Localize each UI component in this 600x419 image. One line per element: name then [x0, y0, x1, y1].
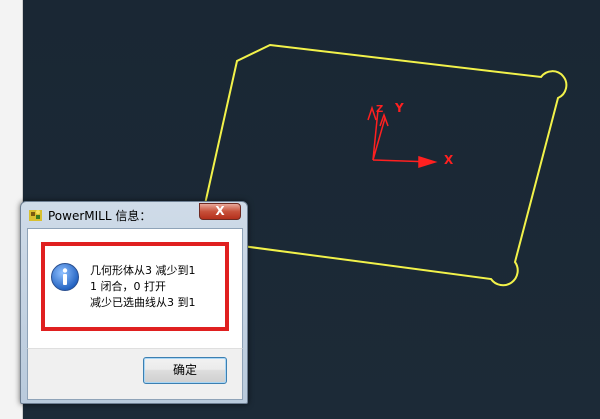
ok-button[interactable]: 确定 [143, 357, 227, 384]
message-line-2: 1 闭合，0 打开 [90, 280, 166, 293]
x-axis-label: X [444, 153, 454, 167]
dialog-content: 几何形体从3 减少到1 1 闭合，0 打开 减少已选曲线从3 到1 [27, 228, 243, 349]
axis-triad [367, 105, 438, 169]
powermill-app-icon [29, 210, 42, 221]
info-icon [51, 263, 79, 291]
powermill-message-dialog: PowerMILL 信息： X 几何形体从3 减少到1 1 闭合，0 打开 减少… [20, 201, 248, 404]
close-button[interactable]: X [199, 203, 241, 220]
dialog-title: PowerMILL 信息： [48, 209, 152, 223]
z-axis-label: Z [376, 104, 384, 115]
message-line-3: 减少已选曲线从3 到1 [90, 296, 196, 309]
y-axis-label: Y [395, 101, 404, 115]
dialog-title-bar[interactable]: PowerMILL 信息： X [21, 202, 247, 228]
message-text: 几何形体从3 减少到1 1 闭合，0 打开 减少已选曲线从3 到1 [90, 263, 196, 311]
message-line-1: 几何形体从3 减少到1 [90, 264, 196, 277]
closed-curve[interactable] [195, 43, 568, 287]
